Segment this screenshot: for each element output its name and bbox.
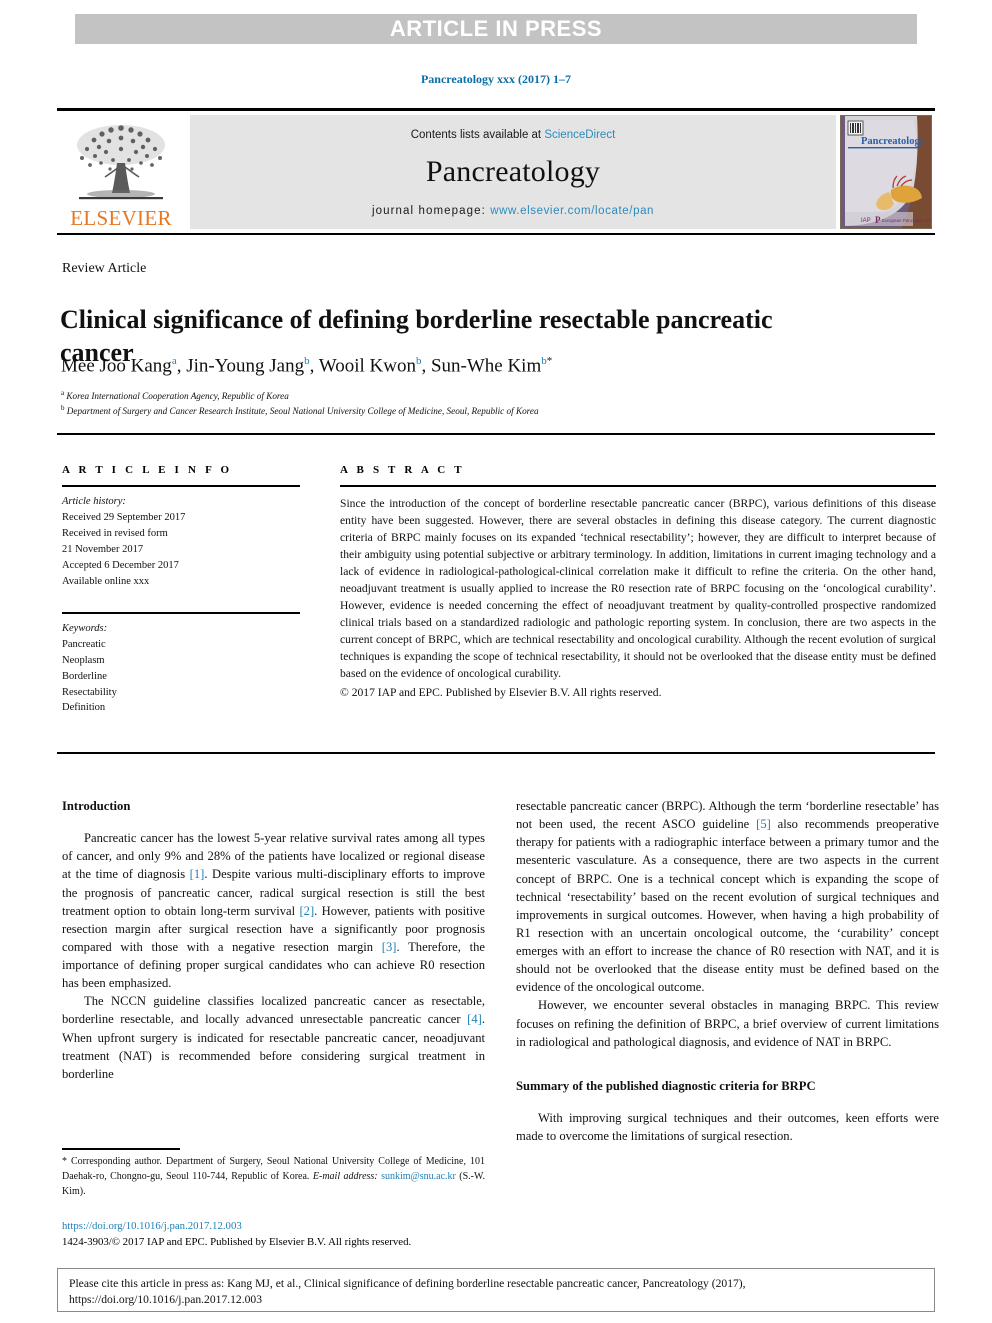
keyword-item: Pancreatic [62,638,106,650]
abstract-heading: A B S T R A C T [340,464,465,476]
homepage-prefix: journal homepage: [371,204,491,217]
paragraph-text: The NCCN guideline classifies localized … [62,994,485,1027]
article-in-press-banner: ARTICLE IN PRESS [75,14,917,44]
article-info-heading: A R T I C L E I N F O [62,464,233,476]
abstract-section: A B S T R A C T Since the introduction o… [340,464,936,701]
body-column-left: Introduction Pancreatic cancer has the l… [62,797,485,1083]
keywords-rule [62,611,300,614]
journal-homepage-line: journal homepage: www.elsevier.com/locat… [372,205,654,217]
section-heading-summary: Summary of the published diagnostic crit… [516,1078,816,1093]
running-head: Pancreatology xxx (2017) 1–7 [420,72,572,86]
abstract-rule [340,485,936,487]
author-name[interactable]: Jin-Young Jang [186,355,304,376]
citation-notice-text: Please cite this article in press as: Ka… [69,1277,746,1307]
affiliation-marker: a [61,389,65,397]
keywords-label: Keywords: [62,622,108,634]
homepage-url-link[interactable]: www.elsevier.com/locate/pan [490,205,654,217]
author-name[interactable]: Sun-Whe Kim [431,355,541,376]
doi-link[interactable]: https://doi.org/10.1016/j.pan.2017.12.00… [62,1218,532,1234]
article-history-item: Received in revised form [62,527,168,539]
contents-lists-line: Contents lists available at ScienceDirec… [411,129,616,141]
citation-link-1[interactable]: [1] [190,867,205,881]
affiliation-list: a Korea International Cooperation Agency… [61,388,891,419]
body-paragraph: With improving surgical techniques and t… [516,1110,939,1143]
masthead-center-panel: Contents lists available at ScienceDirec… [190,115,836,229]
body-paragraph: The NCCN guideline classifies localized … [62,992,485,1083]
keyword-item: Neoplasm [62,654,105,666]
abstract-copyright: © 2017 IAP and EPC. Published by Elsevie… [340,686,662,700]
affiliation-text: Korea International Cooperation Agency, … [66,391,289,402]
contents-lists-prefix: Contents lists available at [410,128,545,141]
citation-link-2[interactable]: [2] [299,904,314,918]
article-history-block: Article history: Received 29 September 2… [62,494,312,590]
footnote-rule [62,1148,180,1150]
journal-cover-thumbnail[interactable]: Pancreatology IAP P European Pancreatic … [840,115,932,229]
article-type-label: Review Article [62,261,147,276]
affiliation-item: a Korea International Cooperation Agency… [61,388,891,403]
article-info-rule [62,485,300,487]
article-history-item: Accepted 6 December 2017 [62,559,179,571]
article-history-item: Available online xxx [62,575,150,587]
article-history-item: 21 November 2017 [62,543,144,555]
svg-text:European Pancreatic Club: European Pancreatic Club [882,218,932,223]
author-affiliation-marker: b [304,355,310,367]
author-list: Mee Joo Kanga, Jin-Young Jangb, Wooil Kw… [61,355,553,377]
keywords-block: Keywords: Pancreatic Neoplasm Borderline… [62,621,312,717]
body-paragraph: resectable pancreatic cancer (BRPC). Alt… [516,797,939,996]
elsevier-wordmark: ELSEVIER [70,206,172,230]
svg-text:P: P [875,215,881,225]
keyword-item: Definition [62,702,106,714]
elsevier-logo[interactable]: ELSEVIER [60,115,182,229]
author-name[interactable]: Mee Joo Kang [61,355,172,376]
title-bottom-rule [57,433,935,435]
citation-link-3[interactable]: [3] [382,940,397,954]
corresponding-author-note: * Corresponding author. Department of Su… [62,1154,485,1199]
citation-notice-box: Please cite this article in press as: Ka… [57,1268,935,1312]
masthead-top-rule [57,108,935,111]
email-label: E-mail address: [312,1170,378,1182]
svg-text:IAP: IAP [861,218,871,224]
abstract-text: Since the introduction of the concept of… [340,497,936,681]
affiliation-item: b Department of Surgery and Cancer Resea… [61,403,891,418]
citation-link-5[interactable]: [5] [756,817,771,831]
article-info-section: A R T I C L E I N F O Article history: R… [62,464,312,716]
author-affiliation-marker: a [171,355,177,367]
keyword-item: Resectability [62,686,117,698]
body-paragraph: Pancreatic cancer has the lowest 5-year … [62,829,485,992]
elsevier-tree-icon [77,125,165,200]
citation-link-4[interactable]: [4] [467,1012,482,1026]
body-paragraph: However, we encounter several obstacles … [516,998,939,1049]
masthead-bottom-rule [57,233,935,235]
abstract-bottom-rule [57,752,935,754]
journal-title: Pancreatology [425,154,601,188]
article-info-spacer [62,590,312,603]
keyword-item: Borderline [62,670,107,682]
corresponding-author-marker: * [546,355,553,367]
email-link[interactable]: sunkim@snu.ac.kr [381,1171,456,1182]
body-column-right: resectable pancreatic cancer (BRPC). Alt… [516,797,939,1145]
author-affiliation-marker: b [415,355,422,367]
article-history-item: Received 29 September 2017 [62,511,186,523]
svg-text:Pancreatology: Pancreatology [861,136,926,147]
section-heading-introduction: Introduction [62,799,131,813]
paragraph-text: also recommends preoperative therapy for… [516,817,939,995]
issn-copyright-line: 1424-3903/© 2017 IAP and EPC. Published … [62,1236,412,1249]
doi-and-issn-block: https://doi.org/10.1016/j.pan.2017.12.00… [62,1218,532,1250]
affiliation-text: Department of Surgery and Cancer Researc… [66,406,539,417]
article-history-label: Article history: [62,496,126,507]
sciencedirect-link[interactable]: ScienceDirect [544,129,615,141]
affiliation-marker: b [61,404,65,413]
journal-masthead: ELSEVIER Contents lists available at Sci… [57,113,935,231]
journal-cover-image: Pancreatology IAP P European Pancreatic … [841,116,932,228]
author-name[interactable]: Wooil Kwon [319,355,416,376]
article-in-press-label: ARTICLE IN PRESS [389,16,603,41]
footnote-block: * Corresponding author. Department of Su… [62,1148,485,1199]
